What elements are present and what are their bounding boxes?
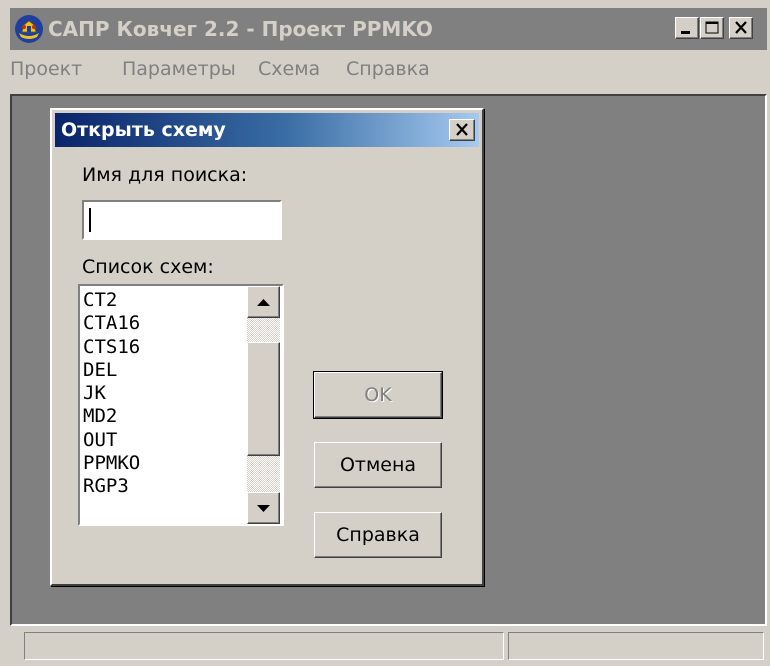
title-bar[interactable]: САПР Ковчег 2.2 - Проект PPMKO bbox=[10, 8, 767, 50]
ok-button[interactable]: OK bbox=[313, 371, 443, 419]
scheme-list: CT2 CTA16 CTS16 DEL JK MD2 OUT PPMKO RGP… bbox=[83, 288, 140, 498]
list-item[interactable]: PPMKO bbox=[83, 451, 140, 474]
menu-bar: Проект Параметры Схема Справка bbox=[10, 54, 767, 90]
close-button[interactable] bbox=[729, 17, 753, 39]
dialog-title-bar[interactable]: Открыть схему bbox=[55, 113, 479, 147]
menu-project[interactable]: Проект bbox=[10, 58, 82, 80]
minimize-icon bbox=[681, 31, 690, 34]
list-scrollbar[interactable] bbox=[247, 286, 280, 524]
main-window: САПР Ковчег 2.2 - Проект PPMKO Проект Па… bbox=[0, 0, 770, 666]
status-bar bbox=[10, 630, 767, 662]
list-item[interactable]: RGP3 bbox=[83, 474, 140, 497]
list-item[interactable]: CTS16 bbox=[83, 335, 140, 358]
text-caret bbox=[89, 208, 91, 232]
menu-parameters[interactable]: Параметры bbox=[122, 58, 236, 80]
list-item[interactable]: DEL bbox=[83, 358, 140, 381]
list-item[interactable]: MD2 bbox=[83, 404, 140, 427]
cancel-button[interactable]: Отмена bbox=[314, 442, 442, 488]
close-icon bbox=[735, 21, 747, 34]
list-item[interactable]: CT2 bbox=[83, 288, 140, 311]
help-button[interactable]: Справка bbox=[314, 512, 442, 558]
scheme-listbox[interactable]: CT2 CTA16 CTS16 DEL JK MD2 OUT PPMKO RGP… bbox=[78, 284, 284, 526]
arrow-down-icon bbox=[257, 505, 270, 512]
maximize-icon bbox=[705, 21, 719, 34]
status-panel-secondary bbox=[508, 632, 764, 660]
close-icon bbox=[456, 123, 468, 136]
search-input[interactable] bbox=[82, 200, 282, 240]
minimize-button[interactable] bbox=[675, 17, 699, 39]
window-title: САПР Ковчег 2.2 - Проект PPMKO bbox=[48, 17, 433, 41]
status-panel-main bbox=[24, 632, 504, 660]
search-label: Имя для поиска: bbox=[82, 164, 248, 186]
scheme-list-label: Список схем: bbox=[82, 256, 214, 278]
arrow-up-icon bbox=[257, 299, 270, 306]
menu-help[interactable]: Справка bbox=[346, 58, 430, 80]
maximize-button[interactable] bbox=[700, 17, 724, 39]
dialog-title: Открыть схему bbox=[61, 119, 226, 141]
scroll-thumb[interactable] bbox=[247, 342, 280, 456]
scroll-up-button[interactable] bbox=[247, 286, 280, 318]
app-ark-icon bbox=[15, 15, 43, 43]
menu-scheme[interactable]: Схема bbox=[258, 58, 320, 80]
list-item[interactable]: OUT bbox=[83, 428, 140, 451]
dialog-close-button[interactable] bbox=[449, 119, 475, 141]
list-item[interactable]: JK bbox=[83, 381, 140, 404]
scroll-down-button[interactable] bbox=[247, 492, 280, 524]
list-item[interactable]: CTA16 bbox=[83, 311, 140, 334]
